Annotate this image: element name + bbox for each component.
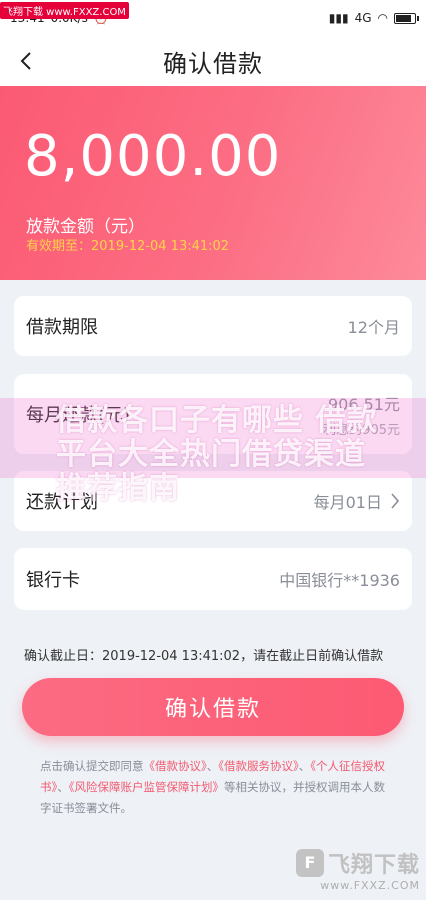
loan-amount-label: 放款金额（元） [26,217,145,237]
agreement-text: 点击确认提交即同意《借款协议》、《借款服务协议》、《个人征信授权书》、《风险保障… [40,756,390,819]
loan-amount-banner: 8,000.00 放款金额（元） 有效期至：2019-12-04 13:41:0… [0,86,426,280]
chevron-right-icon [391,493,400,509]
signal-icon: ▮▮▮ [328,11,349,25]
repayment-plan-right: 每月01日 [314,489,400,513]
agreement-prefix: 点击确认提交即同意 [40,759,144,773]
agreement-separator: 、 [206,759,219,773]
service-agreement-link[interactable]: 《借款服务协议》 [218,759,299,773]
monthly-repayment-values: 906.51元 利息约905元 [323,391,400,438]
logo-mark-icon: F [295,848,324,877]
agreement-separator: 、 [298,759,311,773]
loan-amount: 8,000.00 [24,124,282,189]
battery-icon [394,12,419,24]
loan-agreement-link[interactable]: 《借款协议》 [144,759,207,773]
loan-term-value: 12个月 [347,318,400,337]
monthly-repayment-row: 每月还款(元) 906.51元 利息约905元 [14,374,412,454]
watermark-label: 飞翔下载 www.FXXZ.COM [0,2,129,19]
logo-name: 飞翔下载 [327,852,420,878]
agreement-separator: 、 [57,780,69,794]
page-title: 确认借款 [163,49,263,78]
repayment-plan-value: 每月01日 [313,493,382,512]
loan-term-label: 借款期限 [26,317,98,338]
logo-url: www.FXXZ.COM [320,878,420,892]
monthly-repayment-value: 906.51元 [328,394,400,414]
interest-estimate: 利息约905元 [323,422,400,438]
confirm-loan-button[interactable]: 确认借款 [22,678,404,736]
repayment-plan-row[interactable]: 还款计划 每月01日 [14,471,412,531]
expiry-text: 有效期至：2019-12-04 13:41:02 [26,239,230,254]
status-right: ▮▮▮ 4G ◠ [328,11,419,25]
risk-guarantee-link[interactable]: 《风险保障账户监管保障计划》 [69,780,224,794]
wifi-icon: ◠ [377,11,388,25]
app-header: 确认借款 [0,36,426,86]
site-logo: F 飞翔下载 www.FXXZ.COM [270,846,420,892]
chevron-left-icon [20,52,31,70]
bank-card-label: 银行卡 [26,570,80,591]
repayment-plan-label: 还款计划 [26,492,98,513]
logo-main: F 飞翔下载 [295,847,420,879]
bank-card-row: 银行卡 中国银行**1936 [14,548,412,610]
back-button[interactable] [14,49,38,73]
confirm-deadline-text: 确认截止日：2019-12-04 13:41:02，请在截止日前确认借款 [24,649,384,664]
network-type: 4G [354,11,372,25]
monthly-repayment-label: 每月还款(元) [26,405,131,426]
loan-term-row: 借款期限 12个月 [14,296,412,356]
bank-card-value: 中国银行**1936 [279,571,400,590]
